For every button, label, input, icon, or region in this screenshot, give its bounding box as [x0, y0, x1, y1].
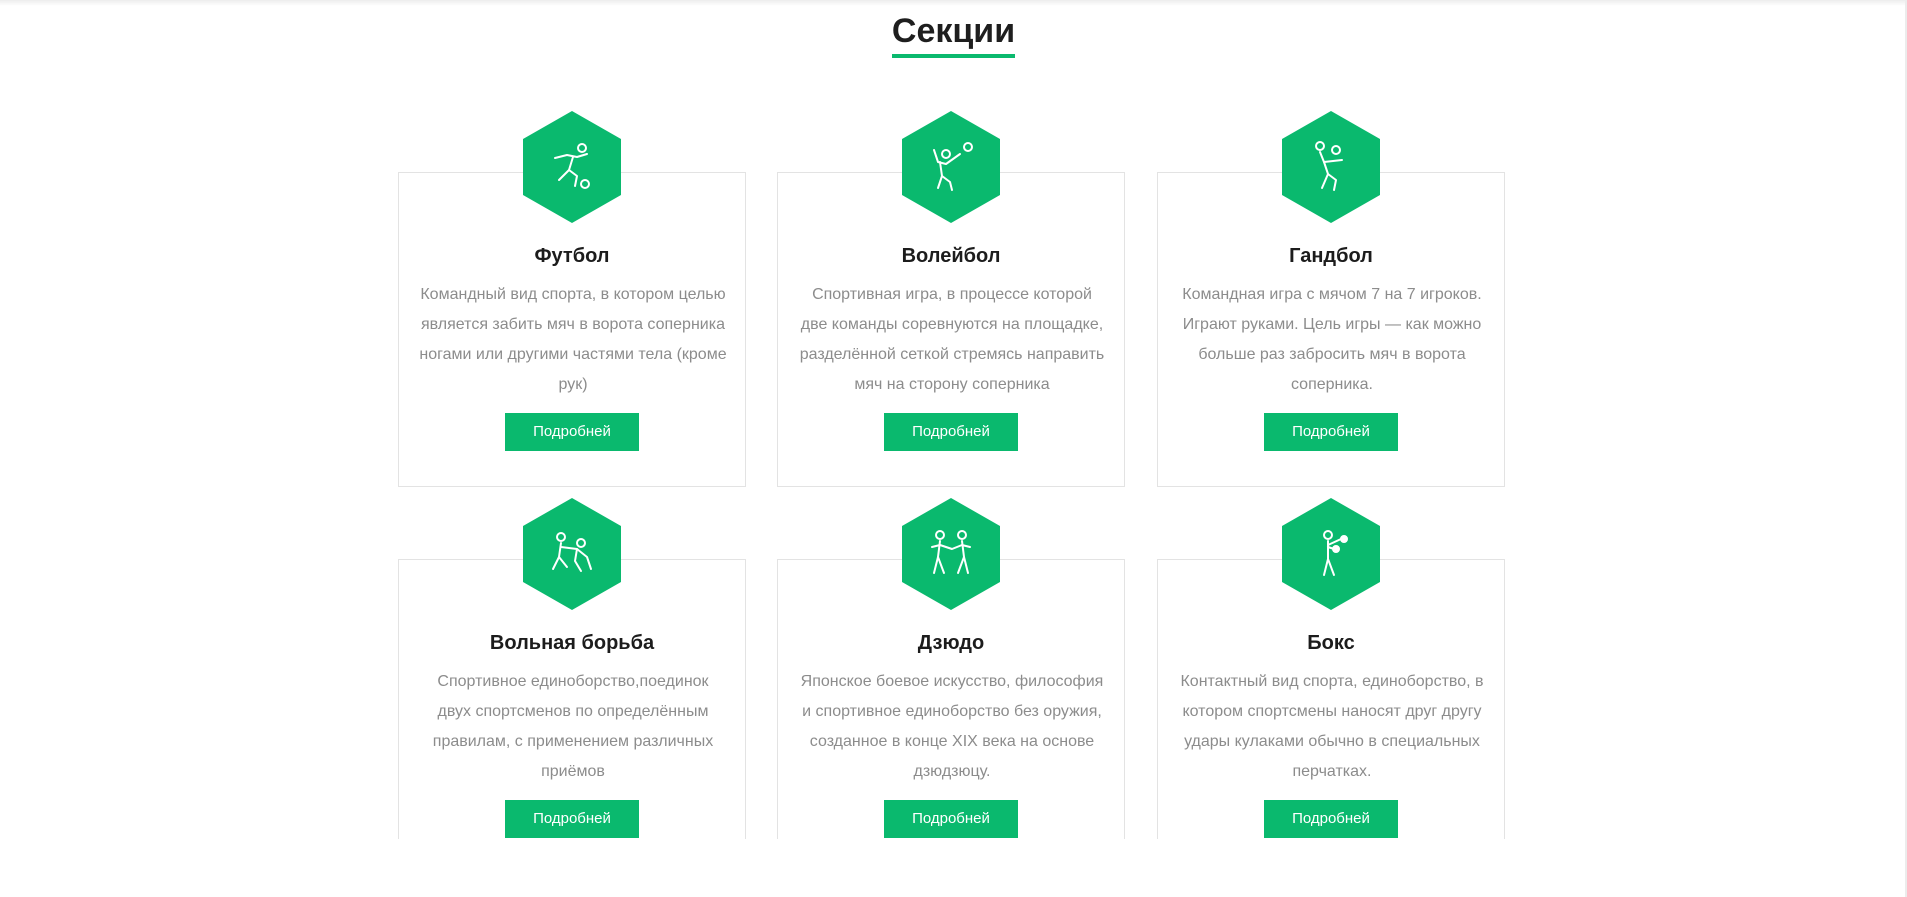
- card-title: Футбол: [534, 245, 610, 267]
- hexagon-badge: [523, 111, 621, 223]
- header-shadow: [0, 0, 1907, 6]
- card-title: Бокс: [1307, 632, 1355, 654]
- card-description: Командный вид спорта, в котором целью яв…: [419, 286, 727, 393]
- more-button[interactable]: Подробней: [884, 800, 1018, 838]
- page-title: Секции: [891, 10, 1016, 58]
- football-player-icon: [554, 143, 590, 189]
- handball-player-icon: [1315, 141, 1343, 191]
- card-wrestling: Вольная борьба Спортивное единоборство,п…: [398, 498, 746, 839]
- section-heading: Секции: [0, 10, 1907, 58]
- card-description: Командная игра с мячом 7 на 7 игроков. И…: [1182, 286, 1482, 393]
- hexagon-badge: [902, 498, 1000, 610]
- card-title: Волейбол: [901, 245, 1001, 267]
- card-description: Контактный вид спорта, единоборство, в к…: [1180, 673, 1484, 780]
- card-title: Гандбол: [1289, 245, 1373, 267]
- hexagon-badge: [1282, 498, 1380, 610]
- card-volleyball: Волейбол Спортивная игра, в процессе кот…: [777, 111, 1125, 487]
- more-button[interactable]: Подробней: [884, 413, 1018, 451]
- card-boxing: Бокс Контактный вид спорта, единоборство…: [1157, 498, 1505, 839]
- card-handball: Гандбол Командная игра с мячом 7 на 7 иг…: [1157, 111, 1505, 487]
- card-judo: Дзюдо Японское боевое искусство, философ…: [777, 498, 1125, 839]
- more-button[interactable]: Подробней: [505, 800, 639, 838]
- hexagon-badge: [1282, 111, 1380, 223]
- card-description: Японское боевое искусство, философия и с…: [800, 673, 1104, 780]
- hexagon-badge: [523, 498, 621, 610]
- wrestlers-icon: [552, 532, 592, 572]
- more-button[interactable]: Подробней: [1264, 800, 1398, 838]
- judo-fighters-icon: [931, 530, 971, 574]
- hexagon-badge: [902, 111, 1000, 223]
- more-button[interactable]: Подробней: [505, 413, 639, 451]
- more-button[interactable]: Подробней: [1264, 413, 1398, 451]
- card-title: Вольная борьба: [489, 632, 655, 654]
- card-football: Футбол Командный вид спорта, в котором ц…: [398, 111, 746, 487]
- volleyball-player-icon: [933, 142, 973, 191]
- card-title: Дзюдо: [917, 632, 985, 654]
- card-description: Спортивное единоборство,поединок двух сп…: [432, 673, 714, 780]
- boxer-icon: [1323, 530, 1348, 576]
- card-description: Спортивная игра, в процессе которой две …: [799, 286, 1105, 393]
